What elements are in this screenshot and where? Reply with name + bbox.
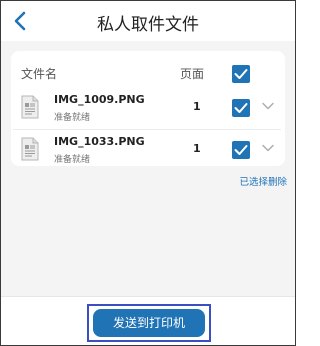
row-checkbox[interactable] (232, 141, 250, 159)
row-checkbox[interactable] (232, 99, 250, 117)
file-status: 准备就绪 (54, 155, 91, 165)
app-screen: 私人取件文件 文件名 页面 IMG_1009.PNG 准备就绪 1 IMG_10… (0, 0, 296, 346)
page-count: 1 (193, 100, 201, 113)
delete-selected-link[interactable]: 已选择删除 (239, 174, 287, 188)
file-name: IMG_1033.PNG (54, 135, 145, 148)
chevron-down-icon[interactable] (262, 144, 274, 152)
send-to-printer-button[interactable]: 发送到打印机 (93, 309, 205, 337)
file-list-card: 文件名 页面 IMG_1009.PNG 准备就绪 1 IMG_1033.PNG … (11, 51, 285, 166)
document-icon (21, 137, 39, 161)
file-row: IMG_1033.PNG 准备就绪 1 (13, 129, 281, 170)
page-title: 私人取件文件 (97, 15, 199, 35)
header-bar: 私人取件文件 (1, 1, 295, 41)
footer-bar: 发送到打印机 (1, 296, 295, 345)
checkmark-icon (234, 69, 248, 79)
column-header-filename: 文件名 (21, 67, 58, 81)
checkmark-icon (234, 103, 248, 113)
select-all-checkbox[interactable] (232, 65, 250, 83)
page-count: 1 (193, 142, 201, 155)
file-row: IMG_1009.PNG 准备就绪 1 (13, 88, 281, 128)
document-icon (21, 95, 39, 119)
column-header-pages: 页面 (180, 67, 205, 81)
file-name: IMG_1009.PNG (54, 93, 145, 106)
file-status: 准备就绪 (54, 113, 91, 123)
checkmark-icon (234, 145, 248, 155)
chevron-down-icon[interactable] (262, 102, 274, 110)
